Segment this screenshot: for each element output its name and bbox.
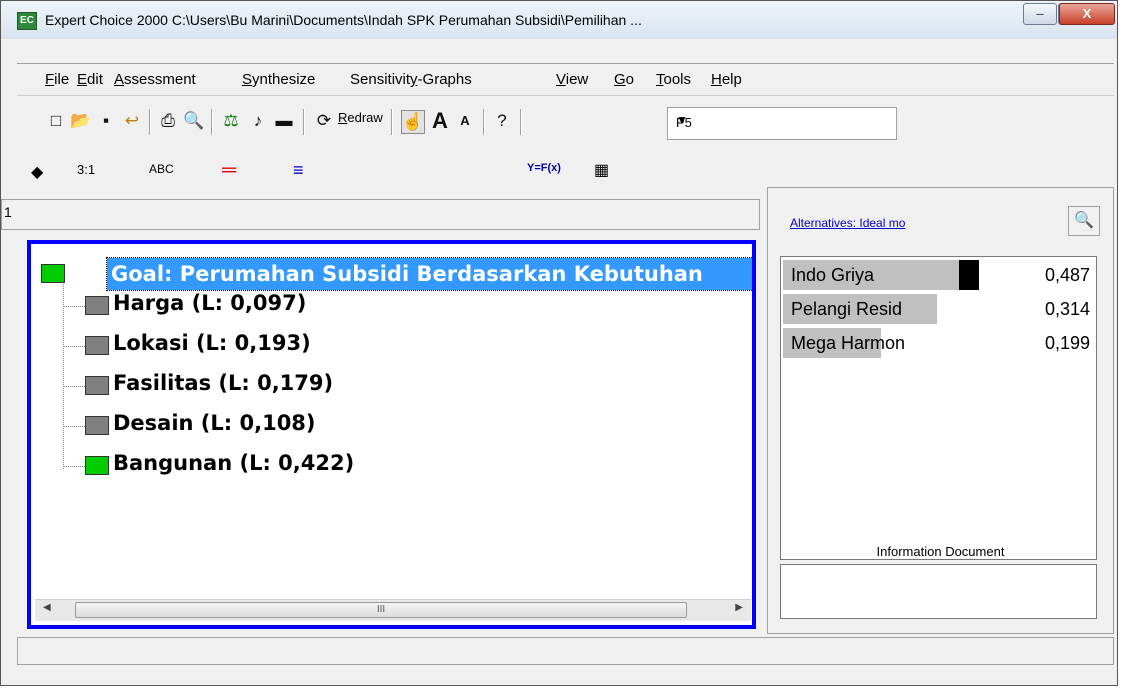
menu-view[interactable]: View — [556, 71, 588, 88]
criterion-node-icon — [85, 456, 109, 475]
scrollbar-thumb[interactable]: III — [75, 602, 687, 618]
tree-connector — [63, 426, 85, 427]
toolbar: □ 📂 ▪ ↩ ⎙ 🔍 ⚖ ♪ ▬ ⟳ Redraw ☝ A A ? — [17, 97, 1114, 149]
criterion-node-icon — [85, 376, 109, 395]
print-preview-icon[interactable]: 🔍 — [183, 110, 205, 132]
help-icon[interactable]: ? — [491, 110, 513, 132]
tree-connector — [63, 306, 85, 307]
chevron-down-icon[interactable]: ▼ — [676, 113, 888, 127]
new-file-icon[interactable]: □ — [45, 110, 67, 132]
alternative-value: 0,487 — [1044, 265, 1090, 285]
scroll-left-icon[interactable]: ◀ — [43, 602, 51, 613]
toolbar-separator — [391, 109, 393, 135]
alternative-value: 0,199 — [1044, 333, 1090, 353]
open-folder-icon[interactable]: 📂 — [70, 110, 92, 132]
magnifier-icon: 🔍 — [1074, 212, 1094, 229]
alternative-name: Indo Griya — [791, 265, 875, 285]
tab-formula[interactable]: Y=F(x) — [527, 162, 561, 174]
tree-connector — [63, 466, 85, 467]
view-tab-strip: ◆ 3:1 ABC ═ ≡ Y=F(x) ▦ — [17, 149, 1114, 187]
tab-data-grid-icon[interactable]: ▦ — [594, 160, 609, 180]
toolbar-separator — [211, 109, 213, 135]
criterion-node-icon — [85, 416, 109, 435]
alternative-name: Pelangi Resid — [791, 299, 903, 319]
criterion-node-label[interactable]: Fasilitas (L: 0,179) — [113, 371, 333, 395]
scroll-right-icon[interactable]: ▶ — [735, 602, 743, 613]
model-pane-header: 1 — [1, 199, 760, 230]
menu-assessment[interactable]: Assessment — [114, 71, 196, 88]
save-icon[interactable]: ▪ — [95, 110, 117, 132]
criterion-node-label[interactable]: Bangunan (L: 0,422) — [113, 451, 354, 475]
tree-connector — [63, 284, 64, 469]
print-icon[interactable]: ⎙ — [157, 110, 179, 132]
tab-questionnaire-icon[interactable]: ≡ — [293, 160, 304, 181]
redraw-button[interactable]: Redraw — [338, 110, 383, 125]
close-button[interactable]: X — [1059, 3, 1115, 25]
alternatives-link[interactable]: Alternatives: Ideal mo — [790, 216, 905, 230]
goal-node-icon — [41, 264, 65, 283]
toolbar-separator — [149, 109, 151, 135]
menu-go[interactable]: Go — [614, 71, 634, 88]
app-window: EC Expert Choice 2000 C:\Users\Bu Marini… — [0, 0, 1118, 686]
criterion-node-label[interactable]: Desain (L: 0,108) — [113, 411, 316, 435]
alternative-row[interactable]: Mega Harmon 0,199 — [783, 327, 1094, 359]
menu-file[interactable]: File — [45, 71, 69, 88]
toolbar-separator — [483, 109, 485, 135]
pointer-icon[interactable]: ☝ — [401, 110, 425, 134]
alternative-row[interactable]: Indo Griya 0,487 — [783, 259, 1094, 291]
information-document-label: Information Document — [876, 544, 1005, 559]
tab-pairwise[interactable]: 3:1 — [77, 162, 95, 177]
judgment-scale-icon[interactable]: ⚖ — [220, 110, 242, 132]
alternatives-list[interactable]: Indo Griya 0,487 Pelangi Resid 0,314 Meg… — [780, 256, 1097, 560]
title-bar[interactable]: EC Expert Choice 2000 C:\Users\Bu Marini… — [1, 1, 1117, 39]
font-decrease-icon[interactable]: A — [454, 110, 476, 132]
criterion-node-label[interactable]: Lokasi (L: 0,193) — [113, 331, 311, 355]
sound-icon[interactable]: ♪ — [247, 110, 269, 132]
goal-node-label[interactable]: Goal: Perumahan Subsidi Berdasarkan Kebu… — [106, 257, 752, 291]
criterion-node-icon — [85, 296, 109, 315]
menu-edit[interactable]: Edit — [77, 71, 103, 88]
font-increase-icon[interactable]: A — [429, 110, 451, 132]
alternatives-button[interactable]: 🔍 — [1068, 206, 1100, 236]
tab-verbal[interactable]: ABC — [149, 162, 174, 176]
criterion-node-label[interactable]: Harga (L: 0,097) — [113, 291, 306, 315]
menu-sensitivity-graphs[interactable]: Sensitivity-Graphs — [350, 71, 472, 88]
participant-combo[interactable]: P5 ▼ — [667, 107, 897, 140]
undo-icon[interactable]: ↩ — [121, 110, 143, 132]
tree-connector — [63, 386, 85, 387]
menu-bar: File Edit Assessment Synthesize Sensitiv… — [17, 63, 1114, 96]
alternative-value: 0,314 — [1044, 299, 1090, 319]
criterion-node-icon — [85, 336, 109, 355]
tab-graphical-icon[interactable]: ═ — [222, 159, 236, 182]
status-bar — [17, 637, 1114, 665]
redraw-icon[interactable]: ⟳ — [313, 110, 335, 132]
menu-help[interactable]: Help — [711, 71, 742, 88]
alternative-row[interactable]: Pelangi Resid 0,314 — [783, 293, 1094, 325]
toolbar-separator — [520, 109, 522, 135]
app-icon: EC — [17, 12, 37, 30]
tab-model-view-icon[interactable]: ◆ — [31, 162, 43, 182]
toolbar-separator — [303, 109, 305, 135]
information-document-field[interactable] — [780, 564, 1097, 619]
tree-connector — [63, 346, 85, 347]
window-title: Expert Choice 2000 C:\Users\Bu Marini\Do… — [45, 12, 642, 28]
minimize-button[interactable]: – — [1023, 3, 1057, 25]
menu-synthesize[interactable]: Synthesize — [242, 71, 315, 88]
model-pane-header-text: 1 — [4, 204, 12, 220]
alternative-name: Mega Harmon — [791, 333, 906, 353]
horizontal-scrollbar[interactable]: ◀ III ▶ — [35, 599, 751, 621]
stop-icon[interactable]: ▬ — [273, 110, 295, 132]
menu-tools[interactable]: Tools — [656, 71, 691, 88]
alternatives-pane: Alternatives: Ideal mo 🔍 Indo Griya 0,48… — [767, 187, 1114, 634]
model-tree-pane[interactable]: Goal: Perumahan Subsidi Berdasarkan Kebu… — [27, 240, 756, 629]
